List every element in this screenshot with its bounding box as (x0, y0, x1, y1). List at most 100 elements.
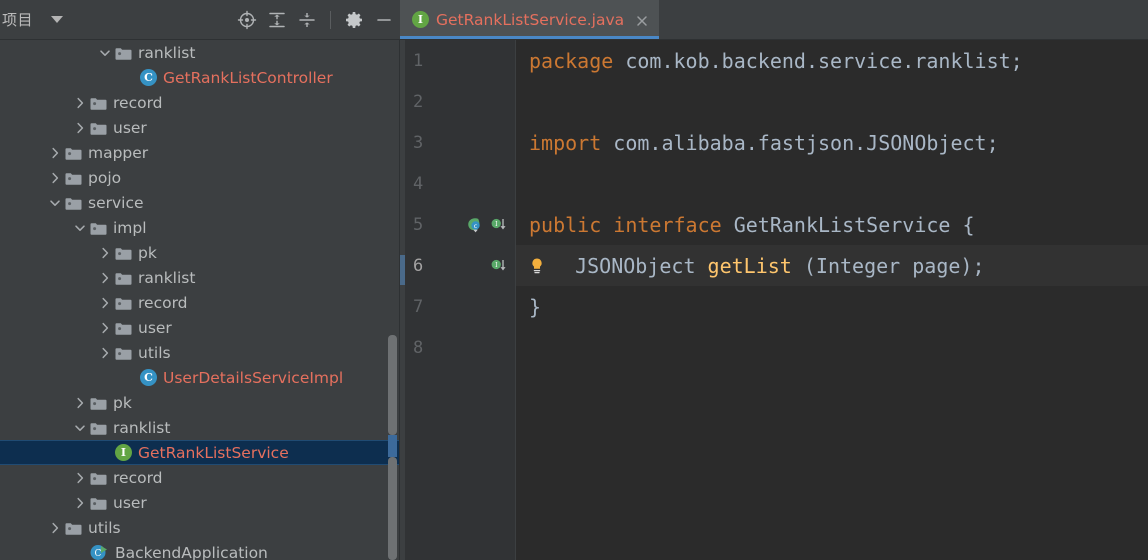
line-number: 7 (413, 296, 424, 317)
code-line[interactable]: JSONObject getList (Integer page); (515, 245, 1148, 286)
code-line[interactable]: public interface GetRankListService { (515, 204, 1148, 245)
chevron-down-icon[interactable] (47, 195, 63, 211)
tree-row-label: pojo (88, 168, 122, 187)
gutter-line[interactable]: 5 cI (405, 204, 515, 245)
chevron-right-icon[interactable] (97, 295, 113, 311)
editor-code-area[interactable]: package com.kob.backend.service.ranklist… (515, 40, 1148, 560)
line-number: 8 (413, 337, 424, 358)
tree-row[interactable]: ranklist (0, 415, 400, 440)
lightbulb-icon[interactable] (529, 256, 545, 276)
crosshair-target-icon[interactable] (237, 10, 257, 30)
gutter-line[interactable]: 2 (405, 81, 515, 122)
tree-row-label: BackendApplication (115, 543, 268, 560)
tree-row-label: ranklist (138, 43, 196, 62)
folder-icon (115, 296, 132, 310)
folder-icon (115, 321, 132, 335)
tree-row[interactable]: mapper (0, 140, 400, 165)
tree-scrollbar-selection-marker (388, 435, 397, 457)
chevron-right-icon[interactable] (97, 345, 113, 361)
code-token: public interface (529, 212, 722, 237)
tree-scrollbar-thumb-lower[interactable] (388, 457, 397, 560)
toolbar-separator (330, 11, 331, 29)
tree-row[interactable]: user (0, 490, 400, 515)
tree-row[interactable]: pk (0, 390, 400, 415)
gear-icon[interactable] (344, 10, 364, 30)
line-number: 1 (413, 50, 424, 71)
collapse-all-icon[interactable] (297, 10, 317, 30)
tree-row-label: pk (113, 393, 132, 412)
folder-icon (90, 396, 107, 410)
tree-row[interactable]: C BackendApplication (0, 540, 400, 560)
chevron-right-icon[interactable] (47, 520, 63, 536)
interface-badge-icon: I (412, 11, 429, 28)
tree-row[interactable]: record (0, 90, 400, 115)
tree-row-label: record (113, 93, 163, 112)
tree-scrollbar-thumb[interactable] (388, 335, 397, 435)
chevron-right-icon[interactable] (97, 245, 113, 261)
editor-tab-label: GetRankListService.java (436, 10, 625, 29)
chevron-down-icon[interactable] (51, 16, 64, 23)
folder-icon (115, 346, 132, 360)
chevron-right-icon[interactable] (72, 120, 88, 136)
tree-row[interactable]: C UserDetailsServiceImpl (0, 365, 400, 390)
tree-row[interactable]: record (0, 465, 400, 490)
tree-row[interactable]: record (0, 290, 400, 315)
folder-icon (90, 421, 107, 435)
chevron-right-icon[interactable] (97, 320, 113, 336)
tree-row[interactable]: pojo (0, 165, 400, 190)
tree-row[interactable]: pk (0, 240, 400, 265)
tree-row[interactable]: service (0, 190, 400, 215)
chevron-right-icon[interactable] (97, 270, 113, 286)
line-number: 5 (413, 214, 424, 235)
tree-row-label: impl (113, 218, 147, 237)
code-line[interactable]: package com.kob.backend.service.ranklist… (515, 40, 1148, 81)
code-token: import (529, 130, 602, 155)
expand-all-icon[interactable] (267, 10, 287, 30)
code-token: GetRankListService { (721, 212, 975, 237)
gutter-line[interactable]: 7 (405, 286, 515, 327)
chevron-right-icon[interactable] (47, 170, 63, 186)
chevron-right-icon[interactable] (72, 495, 88, 511)
gutter-line[interactable]: 4 (405, 163, 515, 204)
tree-row[interactable]: C GetRankListController (0, 65, 400, 90)
implemented-by-icon[interactable]: I (491, 257, 509, 275)
code-token: getList (707, 253, 792, 278)
close-icon[interactable] (635, 13, 649, 27)
gutter-line[interactable]: 6I (405, 245, 515, 286)
tree-row-label: ranklist (138, 268, 196, 287)
project-tree-panel[interactable]: ranklist C GetRankListController record user… (0, 40, 400, 560)
code-token: package (529, 48, 614, 73)
tree-row[interactable]: user (0, 115, 400, 140)
editor-tab-getranklistservice[interactable]: I GetRankListService.java (400, 0, 660, 39)
code-line[interactable]: import com.alibaba.fastjson.JSONObject; (515, 122, 1148, 163)
tree-row[interactable]: ranklist (0, 40, 400, 65)
gutter-line[interactable]: 1 (405, 40, 515, 81)
class-badge-icon: C (140, 369, 157, 386)
editor-gutter[interactable]: 12345cI6I78 (405, 40, 515, 560)
chevron-right-icon[interactable] (72, 470, 88, 486)
chevron-right-icon[interactable] (72, 95, 88, 111)
line-number: 6 (413, 255, 424, 276)
gutter-line[interactable]: 3 (405, 122, 515, 163)
tree-row[interactable]: utils (0, 340, 400, 365)
chevron-right-icon[interactable] (72, 395, 88, 411)
code-line[interactable] (515, 327, 1148, 368)
tree-row[interactable]: user (0, 315, 400, 340)
chevron-down-icon[interactable] (72, 220, 88, 236)
minimize-dash-icon[interactable] (374, 10, 394, 30)
code-line[interactable] (515, 163, 1148, 204)
chevron-down-icon[interactable] (72, 420, 88, 436)
chevron-down-icon[interactable] (97, 45, 113, 61)
chevron-right-icon[interactable] (47, 145, 63, 161)
tree-row[interactable]: ranklist (0, 265, 400, 290)
implemented-by-icon[interactable]: I (491, 216, 509, 234)
tree-row-selected[interactable]: I GetRankListService (0, 440, 400, 465)
code-line[interactable] (515, 81, 1148, 122)
spring-bean-icon[interactable]: c (464, 216, 488, 234)
tree-row[interactable]: utils (0, 515, 400, 540)
code-editor[interactable]: 12345cI6I78 package com.kob.backend.serv… (400, 40, 1148, 560)
code-line[interactable]: } (515, 286, 1148, 327)
gutter-line[interactable]: 8 (405, 327, 515, 368)
gutter-edge (515, 40, 516, 560)
tree-row[interactable]: impl (0, 215, 400, 240)
